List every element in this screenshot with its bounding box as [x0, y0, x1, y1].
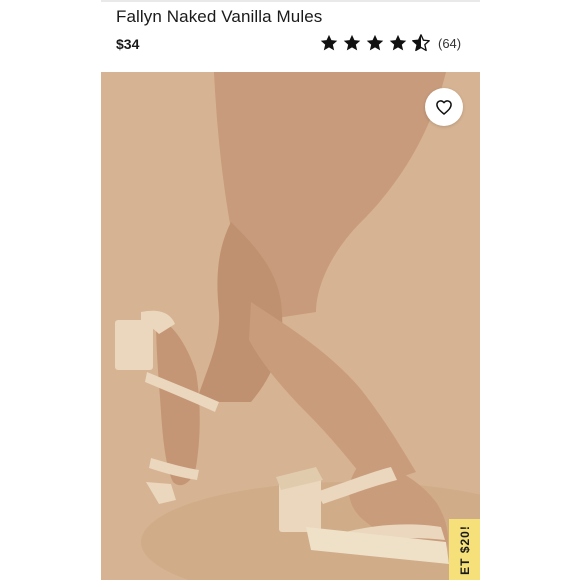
star-half-icon: [412, 34, 430, 52]
review-count[interactable]: (64): [438, 36, 461, 51]
left-margin: [0, 0, 101, 580]
favorite-button[interactable]: [425, 88, 463, 126]
star-full-icon: [366, 34, 384, 51]
star-full-icon: [320, 34, 338, 51]
product-screen: Fallyn Naked Vanilla Mules $34 (64) ET $…: [0, 0, 580, 580]
rating-row[interactable]: (64): [319, 33, 461, 53]
product-price: $34: [116, 36, 140, 52]
star-full-icon: [389, 34, 407, 51]
promo-tab-label: ET $20!: [457, 524, 472, 575]
heart-outline-icon: [436, 100, 452, 115]
right-margin: [480, 0, 580, 580]
top-divider: [101, 0, 480, 2]
promo-tab[interactable]: ET $20!: [449, 519, 480, 580]
product-title: Fallyn Naked Vanilla Mules: [116, 7, 323, 26]
product-image[interactable]: [101, 72, 480, 580]
product-photo-illustration: [101, 72, 480, 580]
star-full-icon: [343, 34, 361, 51]
